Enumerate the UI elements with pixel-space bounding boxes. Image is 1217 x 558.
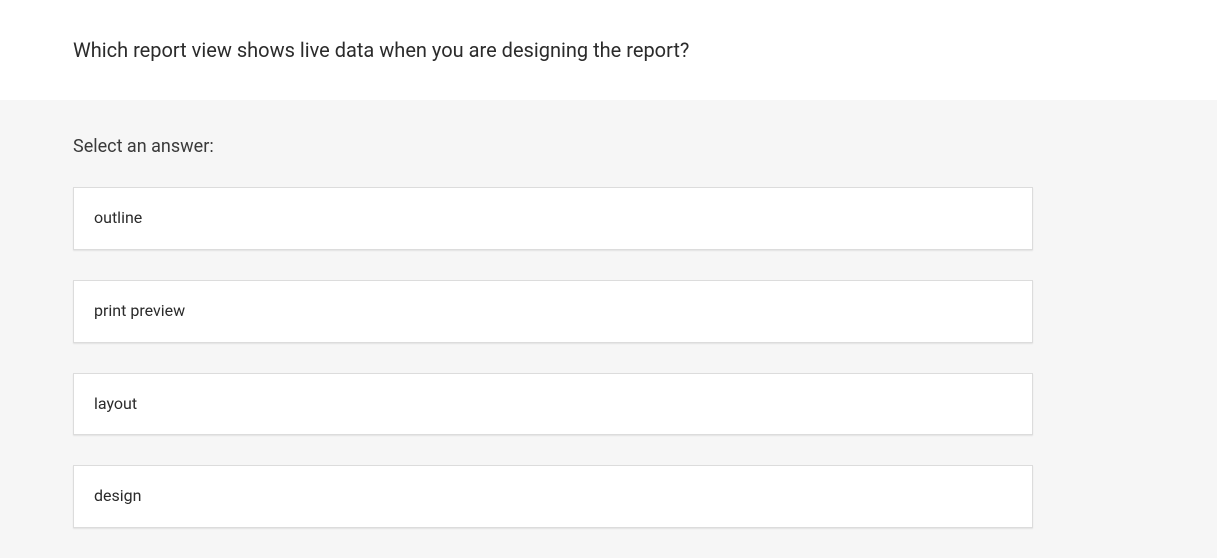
question-text: Which report view shows live data when y…: [73, 36, 1217, 64]
options-list: outline print preview layout design: [73, 187, 1033, 528]
select-prompt: Select an answer:: [73, 136, 1217, 157]
answer-area: Select an answer: outline print preview …: [0, 100, 1217, 558]
option-design[interactable]: design: [73, 465, 1033, 528]
option-print-preview[interactable]: print preview: [73, 280, 1033, 343]
question-area: Which report view shows live data when y…: [0, 0, 1217, 100]
option-outline[interactable]: outline: [73, 187, 1033, 250]
option-layout[interactable]: layout: [73, 373, 1033, 436]
